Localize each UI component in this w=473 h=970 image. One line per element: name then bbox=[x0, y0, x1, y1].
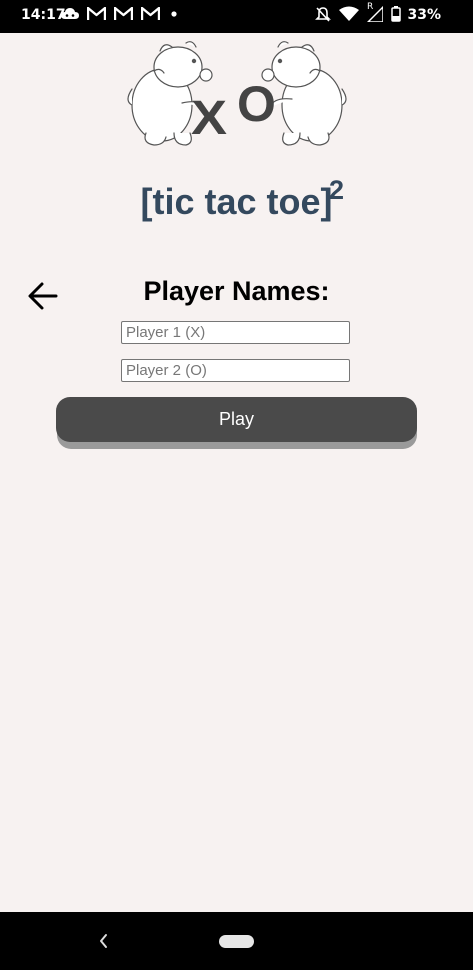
logo-x-letter: X bbox=[191, 90, 227, 145]
play-button[interactable]: Play bbox=[56, 397, 417, 442]
status-time: 14:17 bbox=[21, 7, 66, 23]
dot-icon bbox=[171, 11, 177, 17]
app-title-superscript: 2 bbox=[329, 175, 345, 205]
player-names-heading: Player Names: bbox=[143, 276, 330, 306]
battery-percentage: 33% bbox=[407, 7, 441, 23]
app-title: [tic tac toe] 2 bbox=[0, 175, 473, 223]
cloud-icon bbox=[61, 8, 79, 19]
signal-icon: R bbox=[366, 2, 384, 23]
app-logo: X O bbox=[127, 41, 347, 146]
notification-icons bbox=[61, 7, 180, 21]
player2-name-input[interactable] bbox=[121, 359, 350, 382]
nav-home-pill[interactable] bbox=[219, 935, 254, 948]
system-icons: R bbox=[315, 2, 401, 23]
gmail-icon bbox=[87, 7, 106, 20]
signal-roaming-label: R bbox=[367, 2, 374, 12]
system-nav-bar bbox=[0, 912, 473, 970]
status-bar: 14:17 R 33% bbox=[0, 0, 473, 33]
nav-back-icon[interactable] bbox=[96, 931, 112, 951]
mute-icon bbox=[315, 7, 331, 22]
app-title-text: [tic tac toe] bbox=[140, 181, 333, 222]
gmail-icon bbox=[114, 7, 133, 20]
app-screen: X O [tic tac toe] 2 Player Names: Play bbox=[0, 33, 473, 912]
battery-icon bbox=[391, 6, 401, 22]
wifi-icon bbox=[339, 6, 359, 21]
gmail-icon bbox=[141, 7, 160, 20]
player1-name-input[interactable] bbox=[121, 321, 350, 344]
logo-o-letter: O bbox=[237, 76, 276, 132]
